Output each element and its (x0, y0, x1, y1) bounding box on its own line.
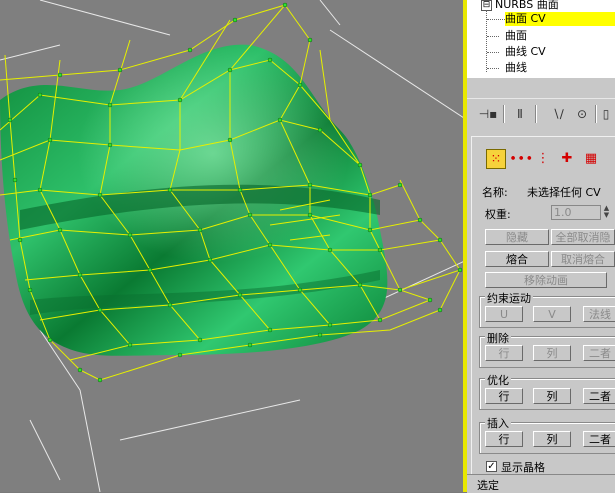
tree-item-surface-cv[interactable]: 曲面 CV (505, 12, 615, 26)
constrain-normal-button[interactable]: 法线 (583, 306, 615, 322)
tree-item-curve-cv[interactable]: 曲线 CV (505, 45, 546, 59)
pin-stack-icon[interactable]: ⊣▪ (477, 105, 499, 123)
constrain-v-button[interactable]: V (533, 306, 571, 322)
remove-animation-button[interactable]: 移除动画 (485, 272, 607, 288)
show-end-result-icon[interactable]: ∖∕ (547, 105, 569, 123)
delete-both-button[interactable]: 二者 (583, 345, 615, 361)
unfuse-button[interactable]: 取消熔合 (551, 251, 615, 267)
nurbs-scene (0, 0, 467, 492)
modifier-stack-tree: ⊟ NURBS 曲面 曲面 CV 曲面 曲线 CV 曲线 (467, 0, 615, 78)
fuse-button[interactable]: 熔合 (485, 251, 549, 267)
hide-button[interactable]: 隐藏 (485, 229, 549, 245)
modify-panel: ⊟ NURBS 曲面 曲面 CV 曲面 曲线 CV 曲线 ⊣▪ Ⅱ ∖∕ ⊙ ▯… (467, 0, 615, 492)
funnel-icon[interactable]: Ⅱ (509, 105, 531, 123)
perspective-viewport[interactable] (0, 0, 467, 492)
unhide-all-button[interactable]: 全部取消隐 (551, 229, 615, 245)
display-lattice-label: 显示晶格 (501, 461, 545, 474)
display-lattice-checkbox[interactable]: ✓ (486, 461, 497, 472)
remove-modifier-icon[interactable]: ▯ (599, 105, 613, 123)
column-cv-icon[interactable]: ⋮ (533, 149, 553, 169)
weight-label: 权重: (485, 208, 511, 221)
tree-root-nurbs-surface[interactable]: NURBS 曲面 (495, 0, 559, 12)
single-cv-icon[interactable]: ⁙ (486, 149, 506, 169)
tree-item-surface[interactable]: 曲面 (505, 29, 527, 43)
delete-row-button[interactable]: 行 (485, 345, 523, 361)
stack-divider (467, 78, 615, 98)
make-unique-icon[interactable]: ⊙ (571, 105, 593, 123)
refine-row-button[interactable]: 行 (485, 388, 523, 404)
insert-both-button[interactable]: 二者 (583, 431, 615, 447)
constrained-motion-title: 约束运动 (485, 290, 533, 306)
insert-group-title: 插入 (485, 415, 511, 431)
tree-item-curve[interactable]: 曲线 (505, 61, 527, 75)
constrain-u-button[interactable]: U (485, 306, 523, 322)
row-column-cv-icon[interactable]: ✚ (557, 149, 577, 169)
stack-toolbar: ⊣▪ Ⅱ ∖∕ ⊙ ▯ (467, 98, 615, 129)
refine-both-button[interactable]: 二者 (583, 388, 615, 404)
all-cv-icon[interactable]: ▦ (581, 149, 601, 169)
insert-col-button[interactable]: 列 (533, 431, 571, 447)
status-strip: 选定 (467, 474, 615, 493)
name-value: 未选择任何 CV (527, 186, 601, 199)
refine-col-button[interactable]: 列 (533, 388, 571, 404)
delete-col-button[interactable]: 列 (533, 345, 571, 361)
weight-spinner-icon[interactable]: ▲ ▼ (602, 205, 611, 220)
refine-group-title: 优化 (485, 372, 511, 388)
weight-input[interactable]: 1.0 (551, 205, 601, 220)
insert-row-button[interactable]: 行 (485, 431, 523, 447)
row-cv-icon[interactable]: ∙∙∙ (509, 149, 533, 169)
delete-group-title: 删除 (485, 330, 511, 346)
name-label: 名称: (482, 186, 508, 199)
selected-label: 选定 (477, 479, 499, 492)
